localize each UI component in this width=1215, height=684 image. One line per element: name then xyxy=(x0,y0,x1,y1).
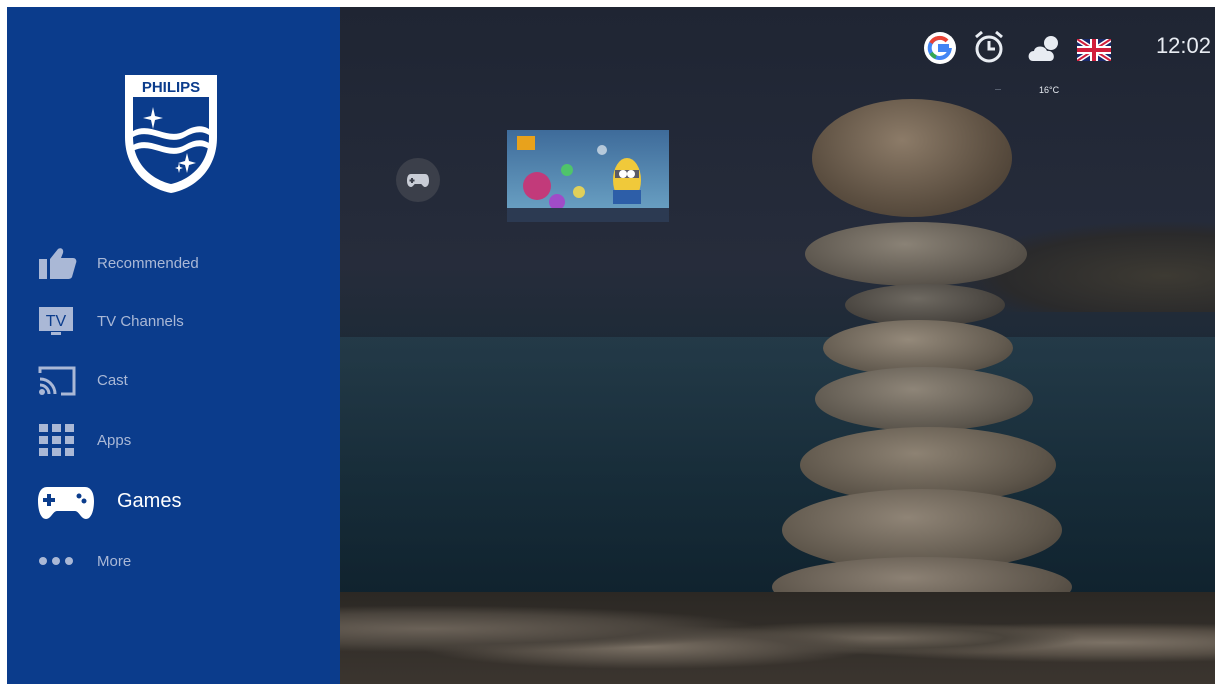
sidebar-item-recommended[interactable]: Recommended xyxy=(37,243,199,283)
stone xyxy=(815,367,1033,431)
tv-icon: TV xyxy=(37,301,97,341)
weather-cloud-sun-icon[interactable] xyxy=(1025,33,1065,65)
sidebar-item-cast[interactable]: Cast xyxy=(37,360,128,400)
sidebar-item-more[interactable]: More xyxy=(37,541,131,581)
sidebar-item-label: Games xyxy=(117,489,182,512)
sidebar: PHILIPS Recommended TV TV Channels Cast xyxy=(7,7,340,684)
sea xyxy=(340,337,1215,597)
sidebar-item-games[interactable]: Games xyxy=(37,481,181,521)
thumbs-up-icon xyxy=(37,243,97,283)
philips-logo: PHILIPS xyxy=(119,67,223,195)
alarm-clock-icon[interactable] xyxy=(973,29,1005,65)
sidebar-item-label: More xyxy=(97,552,132,570)
google-icon[interactable] xyxy=(923,31,957,65)
sidebar-item-label: Recommended xyxy=(97,254,199,272)
sidebar-item-label: Apps xyxy=(97,431,132,449)
background-photo xyxy=(340,7,1215,684)
cast-icon xyxy=(37,360,97,400)
game-tile[interactable] xyxy=(507,130,669,222)
tv-home-screen: PHILIPS Recommended TV TV Channels Cast xyxy=(7,7,1215,684)
svg-text:TV: TV xyxy=(46,313,67,330)
gamepad-icon xyxy=(37,481,117,521)
apps-grid-icon xyxy=(37,420,97,460)
stone xyxy=(812,99,1012,217)
status-bar: — 16°C 12:02 xyxy=(915,25,1215,95)
sidebar-item-apps[interactable]: Apps xyxy=(37,420,131,460)
sidebar-item-label: TV Channels xyxy=(97,312,184,330)
uk-flag-icon[interactable] xyxy=(1075,36,1113,64)
sidebar-item-label: Cast xyxy=(97,371,128,389)
sidebar-item-tv-channels[interactable]: TV TV Channels xyxy=(37,301,184,341)
svg-text:PHILIPS: PHILIPS xyxy=(142,79,200,96)
games-row-gamepad-icon xyxy=(396,158,440,202)
more-dots-icon xyxy=(37,541,97,581)
stone xyxy=(805,222,1027,286)
alarm-subtext: — xyxy=(995,87,1001,93)
temperature: 16°C xyxy=(1039,85,1060,95)
beach-rocks xyxy=(340,592,1215,684)
clock: 12:02 xyxy=(1155,33,1211,58)
